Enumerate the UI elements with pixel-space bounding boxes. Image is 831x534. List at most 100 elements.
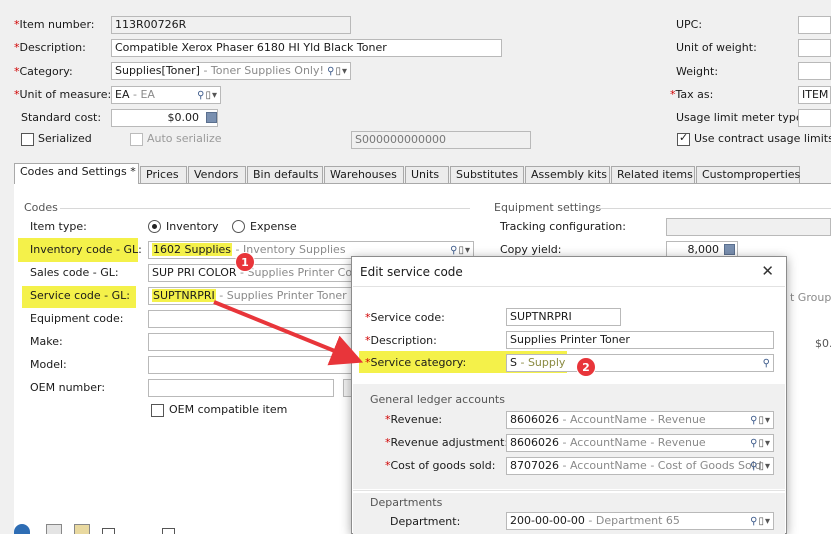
dialog-title-divider — [353, 286, 785, 287]
departments-section-label: Departments — [370, 496, 443, 509]
standard-cost-field[interactable]: $0.00 — [111, 109, 218, 127]
dialog-description-field[interactable]: Supplies Printer Toner — [506, 331, 774, 349]
revenue-adj-field[interactable]: 8606026 - AccountName - Revenue ⚲▯▾ — [506, 434, 774, 452]
oem-compatible-label: OEM compatible item — [169, 403, 288, 416]
calculator-icon[interactable] — [206, 112, 217, 123]
equipment-code-field[interactable] — [148, 310, 358, 328]
usage-limit-field[interactable] — [798, 109, 831, 127]
usage-limit-label: Usage limit meter type: — [676, 111, 807, 124]
upc-label: UPC: — [676, 18, 703, 31]
callout-badge-2: 2 — [576, 357, 596, 377]
codes-section-label: Codes — [24, 201, 58, 214]
model-field[interactable] — [148, 356, 358, 374]
dialog-title: Edit service code — [360, 265, 463, 279]
service-code-label: Service code - GL: — [30, 289, 130, 302]
notes-icon[interactable] — [74, 524, 90, 534]
group-field-fragment: t Group — [790, 291, 831, 304]
make-field[interactable] — [148, 333, 358, 351]
dialog-description-label: *Description: — [365, 334, 437, 347]
tax-as-field[interactable]: ITEM - — [798, 86, 831, 104]
dialog-service-category-field[interactable]: S - Supply ⚲ — [506, 354, 774, 372]
expense-radio[interactable] — [232, 220, 245, 233]
oem-number-label: OEM number: — [30, 381, 106, 394]
serial-number-field: S000000000000 — [351, 131, 531, 149]
revenue-field[interactable]: 8606026 - AccountName - Revenue ⚲▯▾ — [506, 411, 774, 429]
expense-radio-label: Expense — [250, 220, 297, 233]
departments-divider — [353, 490, 785, 491]
revenue-adj-lookup-icon[interactable]: ⚲▯▾ — [750, 436, 771, 451]
tax-as-label: *Tax as: — [670, 88, 714, 101]
cogs-lookup-icon[interactable]: ⚲▯▾ — [750, 459, 771, 474]
edit-service-code-dialog: Edit service code ✕ *Service code: SUPTN… — [351, 256, 787, 534]
tab-warehouses[interactable]: Warehouses — [324, 166, 404, 184]
category-label: *Category: — [14, 65, 73, 78]
standard-cost-label: Standard cost: — [21, 111, 102, 124]
copy-yield-label: Copy yield: — [500, 243, 562, 256]
contract-usage-checkbox[interactable]: ✓ — [677, 131, 690, 146]
tab-bin-defaults[interactable]: Bin defaults — [247, 166, 323, 184]
department-field[interactable]: 200-00-00-00 - Department 65 ⚲▯▾ — [506, 512, 774, 530]
upc-field[interactable] — [798, 16, 831, 34]
active-checkbox[interactable] — [102, 528, 115, 534]
bottom-checkbox[interactable] — [162, 528, 175, 534]
department-label: Department: — [390, 515, 461, 528]
tab-units[interactable]: Units — [405, 166, 449, 184]
serialized-checkbox[interactable] — [21, 133, 34, 146]
tab-custom-properties[interactable]: Customproperties — [696, 166, 800, 184]
description-field[interactable]: Compatible Xerox Phaser 6180 HI Yld Blac… — [111, 39, 502, 57]
contract-usage-label: Use contract usage limits fo — [694, 132, 831, 145]
revenue-adj-label: *Revenue adjustment: — [385, 436, 509, 449]
dialog-service-code-field[interactable]: SUPTNRPRI — [506, 308, 621, 326]
oem-number-field[interactable] — [148, 379, 334, 397]
tracking-config-field[interactable] — [666, 218, 831, 236]
category-field[interactable]: Supplies[Toner] - Toner Supplies Only! ⚲▯… — [111, 62, 351, 80]
callout-badge-1: 1 — [235, 252, 255, 272]
tab-prices[interactable]: Prices — [140, 166, 187, 184]
cogs-label: *Cost of goods sold: — [385, 459, 496, 472]
description-label: *Description: — [14, 41, 86, 54]
equipment-section-label: Equipment settings — [494, 201, 602, 214]
weight-field[interactable] — [798, 62, 831, 80]
item-number-field[interactable]: 113R00726R — [111, 16, 351, 34]
uom-lookup-icon[interactable]: ⚲▯▾ — [197, 88, 218, 103]
cogs-field[interactable]: 8707026 - AccountName - Cost of Goods So… — [506, 457, 774, 475]
oem-compatible-checkbox[interactable] — [151, 404, 164, 417]
revenue-label: *Revenue: — [385, 413, 443, 426]
dialog-service-category-label: *Service category: — [365, 356, 467, 369]
unit-weight-field[interactable] — [798, 39, 831, 57]
uom-field[interactable]: EA - EA ⚲▯▾ — [111, 86, 221, 104]
tracking-config-label: Tracking configuration: — [500, 220, 626, 233]
info-icon[interactable] — [14, 524, 30, 534]
service-code-field[interactable]: SUPTNRPRI - Supplies Printer Toner — [148, 287, 358, 305]
price-fragment: $0. — [815, 337, 831, 350]
codes-section-divider — [60, 208, 470, 209]
unit-weight-label: Unit of weight: — [676, 41, 757, 54]
department-lookup-icon[interactable]: ⚲▯▾ — [750, 514, 771, 529]
gl-section-label: General ledger accounts — [370, 393, 505, 406]
uom-label: *Unit of measure: — [14, 88, 112, 101]
item-number-label: *Item number: — [14, 18, 95, 31]
model-label: Model: — [30, 358, 67, 371]
edit-icon[interactable] — [46, 524, 62, 534]
auto-serialize-label: Auto serialize — [147, 132, 222, 145]
equipment-code-label: Equipment code: — [30, 312, 124, 325]
tab-assembly-kits[interactable]: Assembly kits — [525, 166, 610, 184]
weight-label: Weight: — [676, 65, 719, 78]
dialog-service-code-label: *Service code: — [365, 311, 445, 324]
tab-vendors[interactable]: Vendors — [188, 166, 246, 184]
tab-substitutes[interactable]: Substitutes — [450, 166, 524, 184]
inventory-radio-label: Inventory — [166, 220, 219, 233]
category-lookup-icon[interactable]: ⚲▯▾ — [327, 64, 348, 79]
copy-yield-calculator-icon[interactable] — [724, 244, 735, 255]
inventory-radio[interactable] — [148, 220, 161, 233]
tab-codes-and-settings[interactable]: Codes and Settings * — [14, 163, 139, 184]
equipment-section-divider — [592, 208, 831, 209]
close-icon[interactable]: ✕ — [761, 262, 774, 280]
make-label: Make: — [30, 335, 63, 348]
tab-related-items[interactable]: Related items — [611, 166, 695, 184]
serialized-label: Serialized — [38, 132, 92, 145]
auto-serialize-checkbox[interactable] — [130, 133, 143, 146]
revenue-lookup-icon[interactable]: ⚲▯▾ — [750, 413, 771, 428]
service-category-search-icon[interactable]: ⚲ — [763, 356, 771, 371]
sales-code-label: Sales code - GL: — [30, 266, 119, 279]
